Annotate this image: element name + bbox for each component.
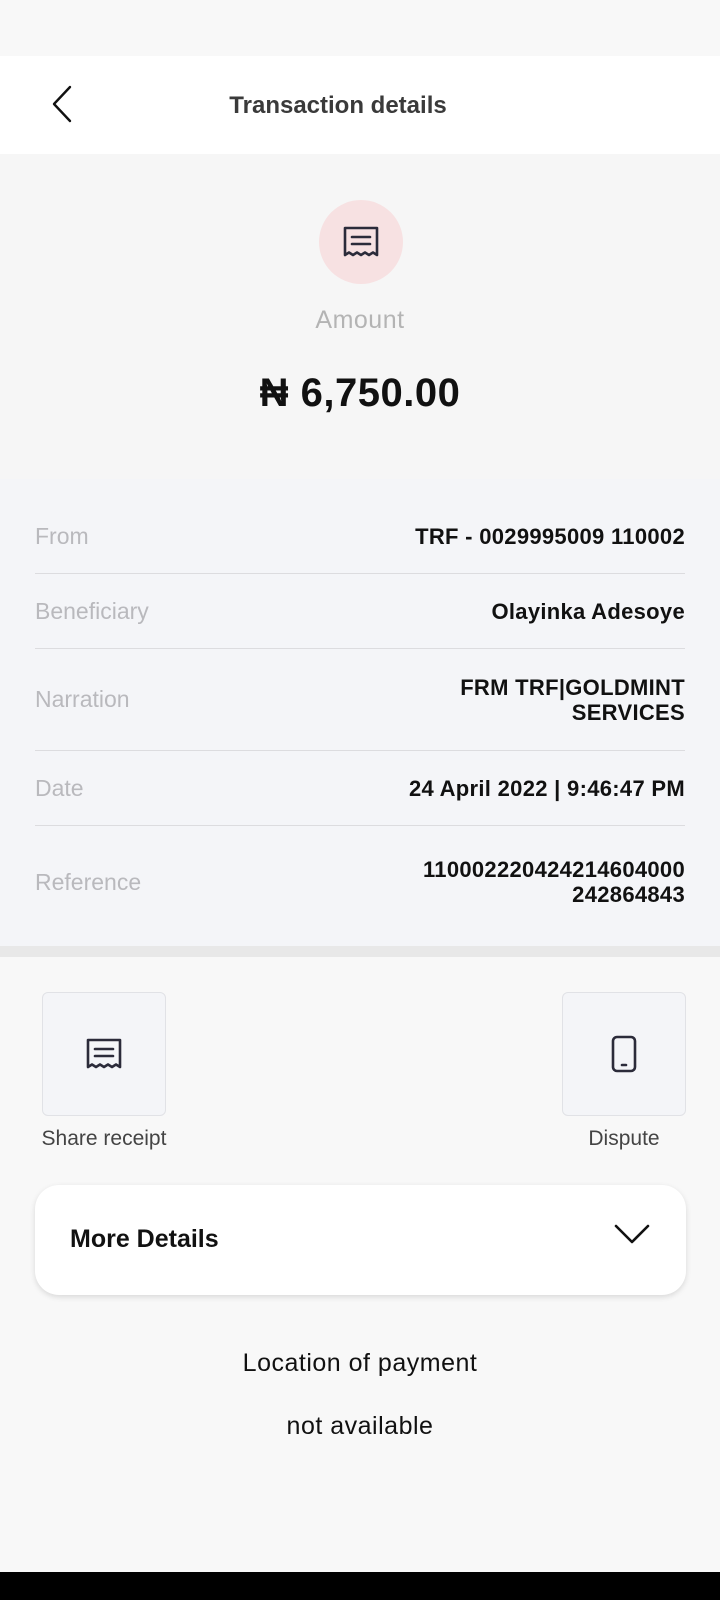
detail-key: Date — [35, 774, 84, 801]
detail-key: From — [35, 522, 89, 549]
dispute-label: Dispute — [588, 1127, 660, 1150]
amount-value: ₦ 6,750.00 — [259, 371, 461, 415]
receipt-icon-badge — [319, 200, 403, 284]
dispute-button[interactable] — [562, 992, 686, 1116]
system-navigation-bar — [0, 1572, 720, 1600]
detail-row-from: From TRF - 0029995009 110002 — [35, 479, 685, 574]
phone-icon — [611, 1035, 637, 1073]
location-value: not available — [286, 1412, 434, 1440]
detail-value: TRF - 0029995009 110002 — [415, 523, 685, 549]
share-receipt-label: Share receipt — [41, 1127, 167, 1150]
more-details-toggle[interactable]: More Details — [35, 1185, 686, 1295]
amount-summary: Amount ₦ 6,750.00 — [0, 154, 720, 479]
detail-value: Olayinka Adesoye — [491, 598, 685, 624]
status-bar — [0, 0, 720, 56]
detail-value: 24 April 2022 | 9:46:47 PM — [408, 775, 685, 801]
detail-key: Beneficiary — [35, 597, 149, 624]
transaction-details-screen: Transaction details Amount ₦ 6,750.00 Fr… — [0, 0, 720, 1600]
detail-row-reference: Reference 110002220424214604000 24286484… — [35, 826, 685, 938]
chevron-down-icon — [614, 1224, 650, 1244]
receipt-icon — [86, 1038, 122, 1069]
more-details-label: More Details — [70, 1225, 219, 1253]
receipt-icon — [343, 226, 379, 257]
detail-row-date: Date 24 April 2022 | 9:46:47 PM — [35, 751, 685, 826]
detail-key: Reference — [35, 868, 142, 895]
detail-key: Narration — [35, 686, 130, 712]
app-bar: Transaction details — [0, 56, 720, 154]
transaction-details-list: From TRF - 0029995009 110002 Beneficiary… — [0, 479, 720, 946]
amount-label: Amount — [315, 306, 405, 334]
section-divider — [0, 946, 720, 957]
detail-value: FRM TRF|GOLDMINT SERVICES — [460, 674, 685, 725]
detail-row-narration: Narration FRM TRF|GOLDMINT SERVICES — [35, 649, 685, 751]
page-title: Transaction details — [229, 92, 447, 119]
share-receipt-button[interactable] — [42, 992, 166, 1116]
detail-value: 110002220424214604000 242864843 — [422, 857, 685, 907]
location-title: Location of payment — [242, 1349, 478, 1377]
detail-row-beneficiary: Beneficiary Olayinka Adesoye — [35, 574, 685, 649]
